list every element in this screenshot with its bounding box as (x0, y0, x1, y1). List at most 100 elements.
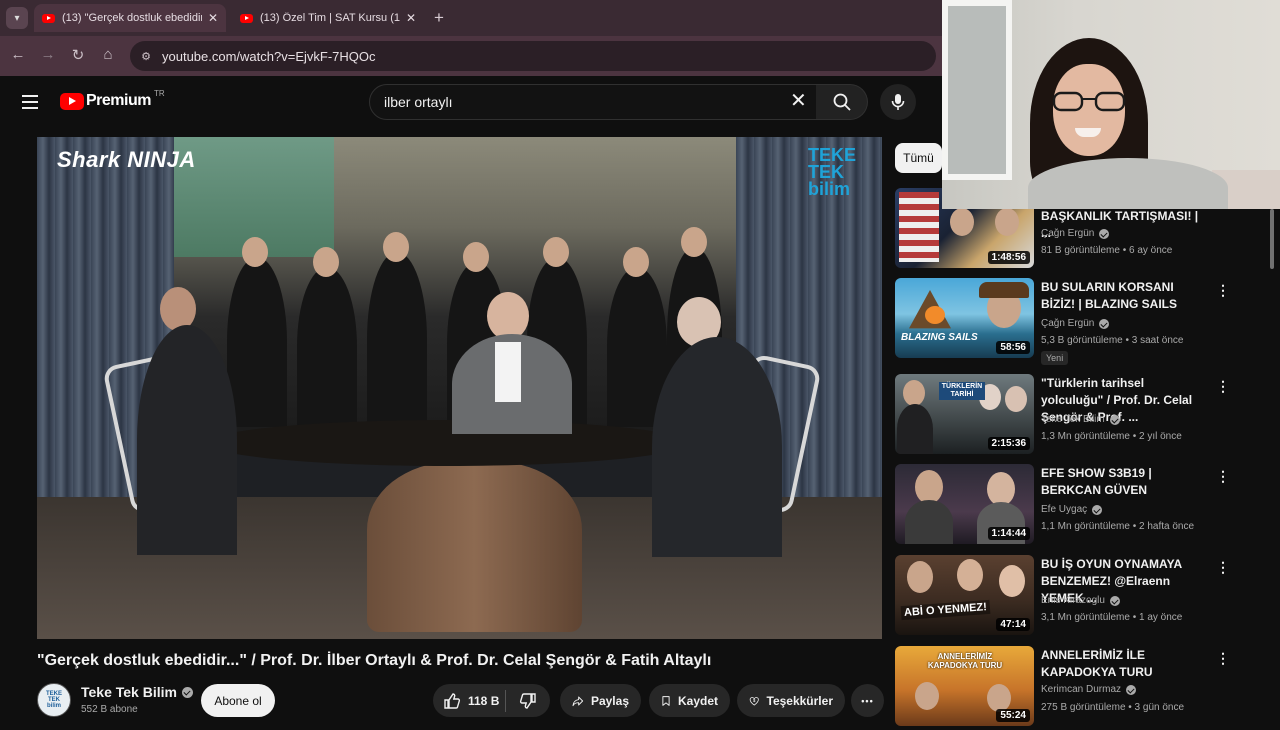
video-player[interactable]: Shark NINJA TEKE TEK bilim (37, 137, 882, 639)
verified-icon (1099, 318, 1110, 329)
list-item[interactable]: ABİ O YENMEZ! 47:14 BU İŞ OYUN OYNAMAYA … (895, 555, 1280, 639)
webcam-person-shirt (1028, 158, 1228, 209)
thumbnail-text: ABİ O YENMEZ! (900, 599, 991, 621)
svg-text:$: $ (753, 698, 756, 703)
address-bar[interactable]: ⚙ youtube.com/watch?v=EjvkF-7HQOc (130, 41, 936, 71)
site-info-icon[interactable]: ⚙ (138, 48, 154, 64)
like-count: 118 B (468, 693, 500, 708)
region-label: TR (153, 88, 165, 98)
rec-channel[interactable]: Efe Uygaç (1041, 504, 1103, 515)
rec-meta: 1,3 Mn görüntüleme • 2 yıl önce (1041, 431, 1182, 442)
youtube-logo[interactable]: Premium TR (60, 88, 165, 110)
kebab-icon[interactable]: ⋮ (1216, 560, 1230, 574)
verified-icon (1126, 684, 1137, 695)
kebab-icon[interactable]: ⋮ (1216, 379, 1230, 393)
speaker-left (132, 287, 252, 567)
dislike-button[interactable] (506, 692, 550, 710)
home-icon[interactable]: ⌂ (98, 46, 118, 63)
back-icon[interactable]: ← (8, 46, 28, 63)
speaker-center (447, 292, 577, 434)
list-item[interactable]: ANNELERİMİZ KAPADOKYA TURU 55:24 ANNELER… (895, 646, 1280, 730)
browser-tab[interactable]: (13) Özel Tim | SAT Kursu (11. Sı ✕ (232, 4, 424, 32)
url-text: youtube.com/watch?v=EjvkF-7HQOc (162, 48, 376, 64)
subscribe-button[interactable]: Abone ol (201, 684, 275, 717)
video-thumbnail[interactable]: TÜRKLERİN TARİHİ 2:15:36 (895, 374, 1034, 454)
room-window (942, 0, 1012, 180)
tab-search-icon[interactable]: ▾ (6, 7, 28, 29)
verified-icon (1109, 414, 1120, 425)
verified-icon (1099, 228, 1110, 239)
browser-tab-bar: ▾ (13) "Gerçek dostluk ebedidir..." ✕ (1… (0, 0, 942, 36)
youtube-icon (60, 92, 84, 110)
rec-meta: 5,3 B görüntüleme • 3 saat önce (1041, 335, 1184, 346)
close-icon[interactable]: ✕ (406, 11, 416, 25)
close-icon[interactable]: ✕ (790, 90, 807, 112)
webcam-overlay (942, 0, 1280, 209)
rec-channel[interactable]: Kerimcan Durmaz (1041, 684, 1137, 695)
rec-meta: 1,1 Mn görüntüleme • 2 hafta önce (1041, 521, 1195, 532)
kebab-icon[interactable]: ⋮ (1216, 283, 1230, 297)
duration-badge: 1:14:44 (987, 527, 1030, 540)
save-button[interactable]: Kaydet (649, 684, 730, 717)
voice-search-button[interactable] (880, 84, 916, 120)
search-input[interactable] (384, 94, 764, 110)
video-thumbnail[interactable]: 1:14:44 (895, 464, 1034, 544)
browser-tab-active[interactable]: (13) "Gerçek dostluk ebedidir..." ✕ (34, 4, 226, 32)
rec-channel[interactable]: Çağn Ergün (1041, 318, 1110, 329)
like-button[interactable]: 118 B (433, 692, 505, 710)
youtube-icon (240, 13, 253, 23)
mic-icon (891, 94, 905, 110)
share-icon (572, 696, 584, 706)
plus-icon[interactable]: + (434, 8, 444, 28)
rec-title[interactable]: EFE SHOW S3B19 | BERKCAN GÜVEN (1041, 465, 1209, 499)
duration-badge: 2:15:36 (987, 437, 1030, 450)
avatar[interactable]: TEKE TEK bilim (37, 683, 71, 717)
kebab-icon[interactable]: ⋮ (1216, 651, 1230, 665)
list-item[interactable]: TÜRKLERİN TARİHİ 2:15:36 "Türklerin tari… (895, 374, 1280, 458)
thanks-button[interactable]: $ Teşekkürler (737, 684, 845, 717)
rec-channel[interactable]: Enis Kirazoglu (1041, 595, 1120, 606)
video-thumbnail[interactable]: BLAZING SAILS 58:56 (895, 278, 1034, 358)
watermark-left: Shark NINJA (57, 147, 196, 172)
list-item[interactable]: 1:14:44 EFE SHOW S3B19 | BERKCAN GÜVEN ⋮… (895, 464, 1280, 548)
duration-badge: 55:24 (996, 709, 1030, 722)
verified-icon (1092, 504, 1103, 515)
table-pedestal (367, 462, 582, 632)
share-button[interactable]: Paylaş (560, 684, 641, 717)
list-item[interactable]: BLAZING SAILS 58:56 BU SULARIN KORSANI B… (895, 278, 1280, 365)
rec-meta: 275 B görüntüleme • 3 gün önce (1041, 702, 1185, 713)
video-title: "Gerçek dostluk ebedidir..." / Prof. Dr.… (37, 652, 712, 669)
tab-title: (13) "Gerçek dostluk ebedidir..." (62, 12, 202, 24)
search-icon (833, 93, 851, 111)
search-button[interactable] (816, 84, 868, 120)
thumbnail-text: ANNELERİMİZ KAPADOKYA TURU (927, 652, 1003, 670)
video-thumbnail[interactable]: ABİ O YENMEZ! 47:14 (895, 555, 1034, 635)
thumbnail-text: TÜRKLERİN TARİHİ (939, 382, 985, 400)
kebab-icon[interactable]: ⋮ (1216, 469, 1230, 483)
duration-badge: 58:56 (996, 341, 1030, 354)
logo-text: Premium (86, 92, 151, 109)
glasses-icon (1052, 91, 1126, 112)
search-box (369, 84, 817, 120)
rec-channel[interactable]: Teke Tek Bilim (1041, 414, 1120, 425)
youtube-header: Premium TR ✕ (0, 76, 942, 130)
rec-channel[interactable]: Çağn Ergün (1041, 228, 1110, 239)
save-icon (662, 695, 670, 706)
thanks-icon: $ (749, 696, 759, 706)
rec-title[interactable]: BU SULARIN KORSANI BİZİZ! | BLAZING SAIL… (1041, 279, 1209, 313)
like-dislike-group: 118 B (433, 684, 550, 717)
reload-icon[interactable]: ↻ (68, 46, 88, 64)
dislike-icon (519, 692, 536, 709)
forward-icon[interactable]: → (38, 46, 58, 63)
channel-name[interactable]: Teke Tek Bilim (81, 684, 193, 700)
video-thumbnail[interactable]: ANNELERİMİZ KAPADOKYA TURU 55:24 (895, 646, 1034, 726)
close-icon[interactable]: ✕ (208, 11, 218, 25)
menu-icon[interactable] (22, 95, 38, 109)
sidebar-scrollbar[interactable] (1270, 209, 1274, 269)
more-icon[interactable]: ••• (851, 684, 884, 717)
chip-all[interactable]: Tümü (895, 143, 942, 173)
youtube-icon (42, 13, 55, 23)
rec-meta: 81 B görüntüleme • 6 ay önce (1041, 245, 1173, 256)
subscriber-count: 552 B abone (81, 704, 138, 715)
rec-title[interactable]: ANNELERİMİZ İLE KAPADOKYA TURU (1041, 647, 1209, 681)
